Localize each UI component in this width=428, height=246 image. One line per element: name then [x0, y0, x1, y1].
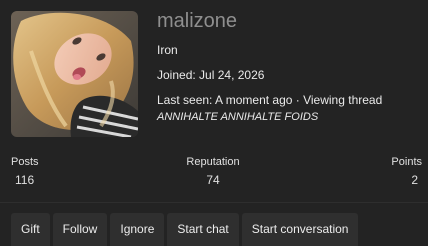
stat-points[interactable]: Points 2: [391, 154, 422, 188]
stat-points-label: Points: [391, 156, 422, 168]
start-conversation-button[interactable]: Start conversation: [241, 213, 359, 246]
ignore-button[interactable]: Ignore: [110, 213, 165, 246]
stat-posts-label: Posts: [11, 156, 39, 168]
user-title: Iron: [157, 43, 178, 57]
stat-reputation-value: 74: [206, 173, 220, 187]
follow-button[interactable]: Follow: [52, 213, 108, 246]
stat-posts[interactable]: Posts 116: [11, 154, 39, 188]
joined-date: Jul 24, 2026: [199, 68, 265, 82]
action-buttons: Gift Follow Ignore Start chat Start conv…: [11, 213, 359, 246]
stat-reputation: Reputation 74: [183, 154, 243, 188]
joined-info: Joined: Jul 24, 2026: [157, 67, 425, 83]
joined-label: Joined:: [157, 68, 196, 82]
member-stats: Posts 116 Reputation 74 Points 2: [0, 154, 428, 196]
avatar-image: [11, 11, 138, 137]
profile-info: malizone Iron Joined: Jul 24, 2026 Last …: [157, 9, 425, 125]
stat-reputation-label: Reputation: [186, 156, 240, 168]
last-seen-value: A moment ago · Viewing thread: [215, 93, 383, 107]
username[interactable]: malizone: [157, 9, 425, 33]
divider: [0, 202, 428, 203]
stat-points-value: 2: [411, 173, 418, 187]
member-tooltip-card: malizone Iron Joined: Jul 24, 2026 Last …: [0, 0, 428, 246]
avatar[interactable]: [11, 11, 138, 137]
stat-posts-value: 116: [15, 173, 35, 187]
start-chat-button[interactable]: Start chat: [167, 213, 239, 246]
gift-button[interactable]: Gift: [11, 213, 50, 246]
viewing-thread-link[interactable]: ANNIHALTE ANNIHALTE FOIDS: [157, 110, 425, 125]
last-seen-label: Last seen:: [157, 93, 213, 107]
last-seen-info: Last seen: A moment ago · Viewing thread: [157, 92, 425, 108]
